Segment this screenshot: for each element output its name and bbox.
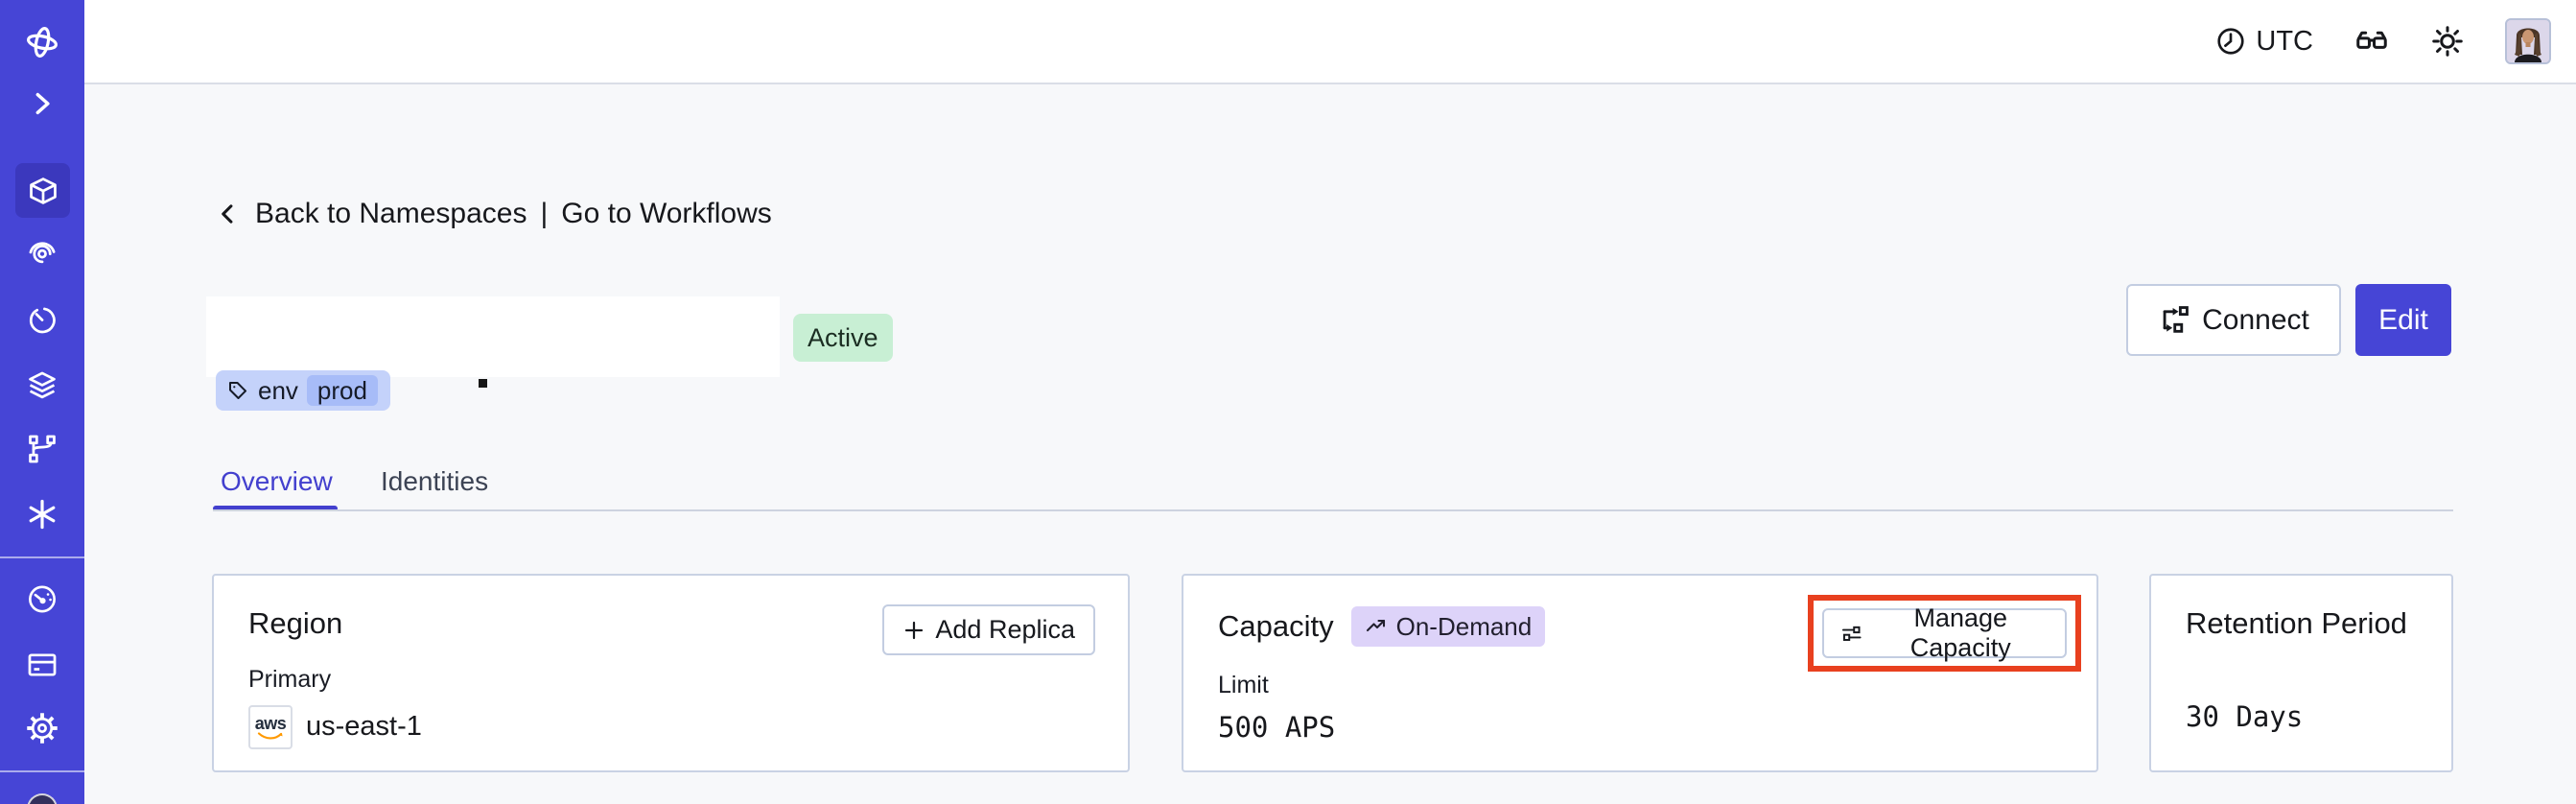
tag-value: prod	[306, 375, 378, 406]
aws-logo: aws	[248, 704, 293, 749]
add-replica-button[interactable]: Add Replica	[882, 604, 1095, 655]
deployments-branch-icon	[29, 435, 56, 463]
retention-value: 30 Days	[2186, 699, 2304, 733]
namespace-name-redacted	[206, 296, 780, 377]
nexus-asterisk-icon	[29, 499, 56, 530]
limit-label: Limit	[1218, 672, 1269, 698]
sidebar	[0, 0, 84, 804]
sidebar-item-deployments[interactable]	[26, 433, 59, 465]
capacity-limit-value: 500 APS	[1218, 711, 1336, 744]
status-badge: Active	[793, 314, 893, 362]
trending-up-icon	[1366, 619, 1385, 632]
edit-button-label: Edit	[2378, 303, 2428, 336]
breadcrumb-back-link[interactable]: Back to Namespaces	[255, 198, 527, 230]
on-demand-label: On-Demand	[1395, 611, 1533, 641]
connect-flow-icon	[2163, 305, 2189, 333]
sidebar-expand-chevron-icon[interactable]	[29, 90, 56, 117]
sidebar-item-settings[interactable]	[26, 712, 59, 745]
sidebar-item-billing[interactable]	[26, 649, 59, 681]
breadcrumb: Back to Namespaces | Go to Workflows	[215, 198, 772, 230]
edit-button[interactable]: Edit	[2355, 284, 2451, 356]
sliders-icon	[1841, 626, 1862, 641]
namespaces-cube-icon	[29, 177, 57, 204]
breadcrumb-workflows-link[interactable]: Go to Workflows	[561, 198, 772, 230]
usage-gauge-icon	[29, 585, 56, 613]
tab-overview[interactable]: Overview	[221, 466, 333, 497]
temporal-logo-icon[interactable]	[23, 23, 61, 61]
aws-smile-icon	[257, 732, 283, 740]
timezone-selector[interactable]: UTC	[2215, 26, 2313, 58]
theme-brightness-icon[interactable]	[2430, 24, 2465, 59]
sidebar-item-workflows[interactable]	[27, 237, 59, 269]
region-value: us-east-1	[306, 711, 422, 743]
workflows-spiral-icon	[29, 242, 56, 264]
capacity-card: Capacity On-Demand Manage Capacity Limit…	[1182, 574, 2098, 772]
aws-logo-text: aws	[254, 713, 287, 733]
plus-icon	[905, 621, 924, 639]
sidebar-item-schedules[interactable]	[27, 304, 59, 336]
region-card: Region Add Replica Primary aws us-east-1	[212, 574, 1130, 772]
back-chevron-icon[interactable]	[215, 201, 242, 227]
annotation-highlight: Manage Capacity	[1808, 595, 2081, 672]
retention-card-title: Retention Period	[2186, 606, 2407, 640]
clock-icon	[2217, 28, 2244, 55]
add-replica-label: Add Replica	[935, 615, 1075, 644]
namespace-tag-chip: env prod	[216, 370, 390, 411]
retention-card: Retention Period 30 Days	[2149, 574, 2453, 772]
profile-avatar-partial-icon[interactable]	[27, 793, 58, 804]
tag-icon	[229, 382, 246, 399]
topbar: UTC	[84, 0, 2576, 84]
tabs-divider-rule	[213, 509, 2453, 511]
schedules-timer-icon	[29, 307, 56, 334]
connect-button-label: Connect	[2202, 303, 2309, 336]
sidebar-divider	[0, 556, 84, 558]
sidebar-item-usage[interactable]	[27, 583, 59, 615]
batch-layers-icon	[29, 371, 56, 399]
billing-card-icon	[28, 653, 57, 676]
manage-capacity-label: Manage Capacity	[1909, 603, 2011, 662]
manage-capacity-button[interactable]: Manage Capacity	[1822, 603, 2067, 662]
sidebar-item-batch-operations[interactable]	[26, 369, 59, 402]
settings-gear-icon	[27, 713, 58, 744]
timezone-label: UTC	[2256, 25, 2313, 57]
labs-glasses-icon[interactable]	[2354, 23, 2390, 59]
sidebar-item-nexus[interactable]	[26, 498, 59, 531]
breadcrumb-separator: |	[540, 198, 549, 229]
sidebar-item-namespaces[interactable]	[15, 163, 70, 218]
primary-label: Primary	[248, 665, 332, 693]
on-demand-badge: On-Demand	[1350, 606, 1546, 647]
connect-button[interactable]: Connect	[2126, 284, 2341, 356]
tab-identities[interactable]: Identities	[381, 466, 488, 497]
user-avatar[interactable]	[2505, 18, 2551, 64]
redaction-artifact-dot	[479, 379, 487, 388]
sidebar-divider-bottom	[0, 770, 84, 772]
tag-key: env	[258, 375, 298, 405]
capacity-card-title: Capacity	[1218, 609, 1334, 644]
